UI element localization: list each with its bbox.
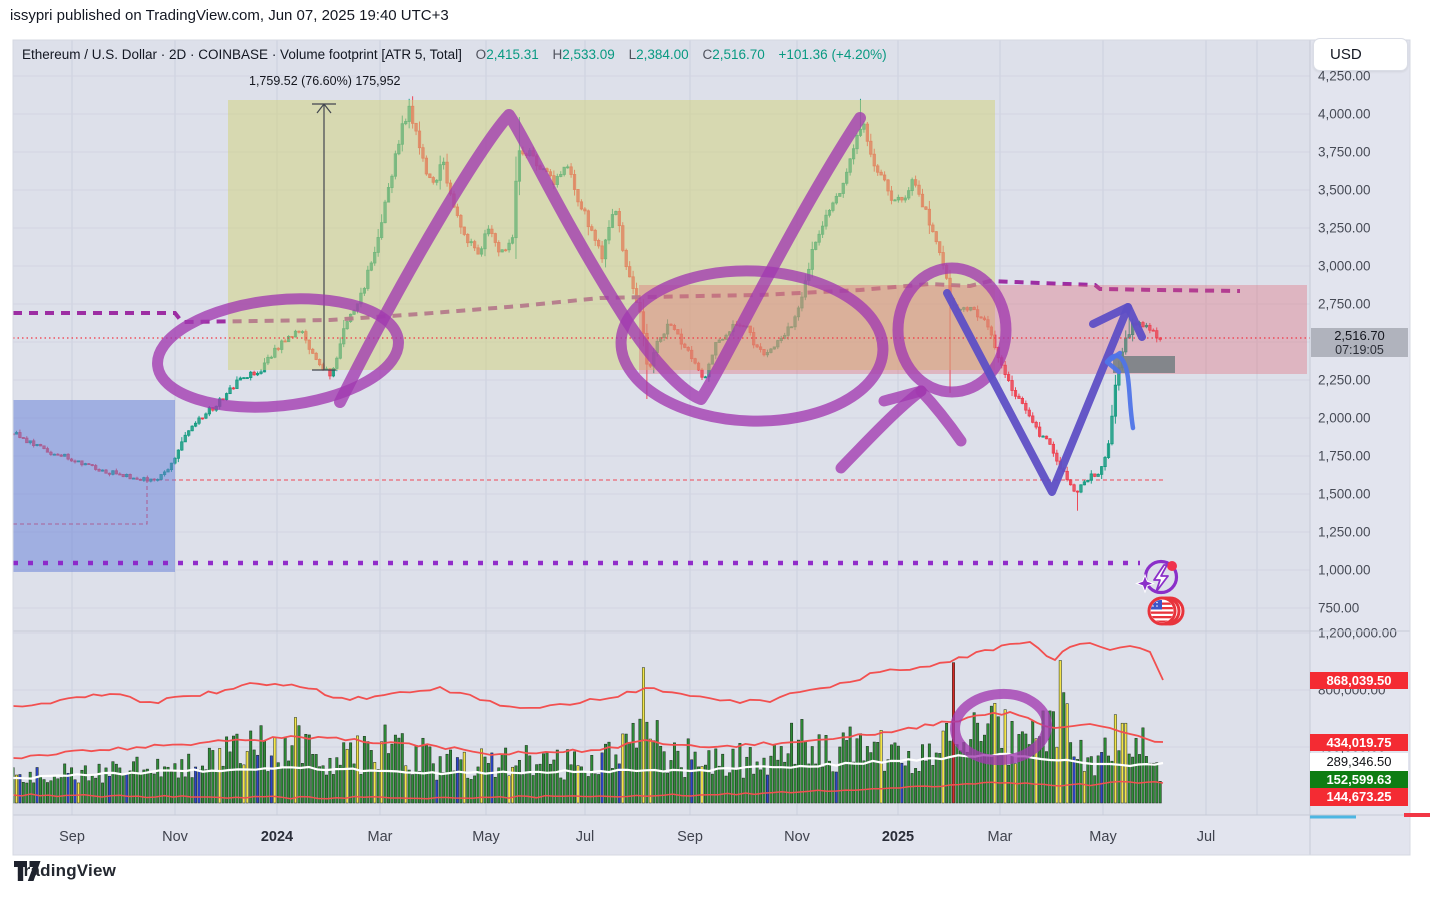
change-value: +101.36 (+4.20%) [778, 47, 887, 62]
svg-text:3,250.00: 3,250.00 [1318, 221, 1371, 236]
volume-ma-label: 289,346.50 [1310, 753, 1408, 771]
symbol-title: Ethereum / U.S. Dollar · 2D · COINBASE ·… [22, 47, 462, 62]
volume-band-upper-label: 868,039.50 [1310, 671, 1408, 689]
tradingview-logo-icon [14, 861, 41, 881]
currency-toggle-button[interactable]: USD [1313, 38, 1408, 71]
svg-text:2,250.00: 2,250.00 [1318, 373, 1371, 388]
blue-zone [13, 400, 175, 572]
close-value: 2,516.70 [712, 47, 765, 62]
svg-text:Nov: Nov [784, 829, 811, 845]
svg-text:2,000.00: 2,000.00 [1318, 411, 1371, 426]
svg-text:1,750.00: 1,750.00 [1318, 449, 1371, 464]
us-flag-coin-sticker[interactable] [1147, 596, 1185, 626]
svg-text:May: May [1089, 829, 1117, 845]
bar-countdown: 07:19:05 [1335, 343, 1384, 357]
open-value: 2,415.31 [486, 47, 539, 62]
volume-band-lower-label: 434,019.75 [1310, 733, 1408, 751]
symbol-info-bar: Ethereum / U.S. Dollar · 2D · COINBASE ·… [22, 47, 887, 62]
svg-text:Sep: Sep [677, 829, 703, 845]
published-byline: issypri published on TradingView.com, Ju… [10, 7, 449, 24]
svg-text:1,250.00: 1,250.00 [1318, 525, 1371, 540]
svg-text:750.00: 750.00 [1318, 601, 1359, 616]
svg-text:4,000.00: 4,000.00 [1318, 107, 1371, 122]
svg-text:Sep: Sep [59, 829, 85, 845]
svg-text:Mar: Mar [988, 829, 1013, 845]
svg-text:3,500.00: 3,500.00 [1318, 183, 1371, 198]
tradingview-published-chart: 4,250.00 4,000.00 3,750.00 3,500.00 3,250.00… [0, 0, 1431, 897]
measure-tool-label: 1,759.52 (76.60%) 175,952 [249, 74, 401, 88]
session-strip [1404, 813, 1430, 817]
svg-text:May: May [472, 829, 500, 845]
svg-text:3,000.00: 3,000.00 [1318, 259, 1371, 274]
chart-canvas[interactable]: 4,250.004,000.003,750.003,500.003,250.00… [0, 0, 1431, 897]
svg-text:2025: 2025 [882, 829, 914, 845]
close-key: C [702, 47, 713, 62]
last-price-value: 2,516.70 [1334, 328, 1385, 343]
svg-text:1,200,000.00: 1,200,000.00 [1318, 626, 1397, 641]
volume-bottom-band-label: 144,673.25 [1310, 788, 1408, 806]
svg-text:Jul: Jul [1197, 829, 1216, 845]
session-strip [1310, 815, 1356, 819]
low-value: 2,384.00 [636, 47, 689, 62]
volume-current-label: 152,599.63 [1310, 770, 1408, 788]
svg-text:2024: 2024 [261, 829, 293, 845]
last-price-label: 2,516.70 07:19:05 [1311, 328, 1408, 357]
tradingview-attribution-link[interactable]: TradingView [14, 861, 116, 881]
svg-text:Mar: Mar [368, 829, 393, 845]
svg-text:Jul: Jul [576, 829, 595, 845]
svg-text:2,750.00: 2,750.00 [1318, 297, 1371, 312]
high-value: 2,533.09 [562, 47, 615, 62]
high-key: H [552, 47, 563, 62]
low-key: L [628, 47, 637, 62]
svg-text:1,500.00: 1,500.00 [1318, 487, 1371, 502]
svg-text:1,000.00: 1,000.00 [1318, 563, 1371, 578]
svg-text:3,750.00: 3,750.00 [1318, 145, 1371, 160]
svg-text:Nov: Nov [162, 829, 189, 845]
open-key: O [475, 47, 487, 62]
